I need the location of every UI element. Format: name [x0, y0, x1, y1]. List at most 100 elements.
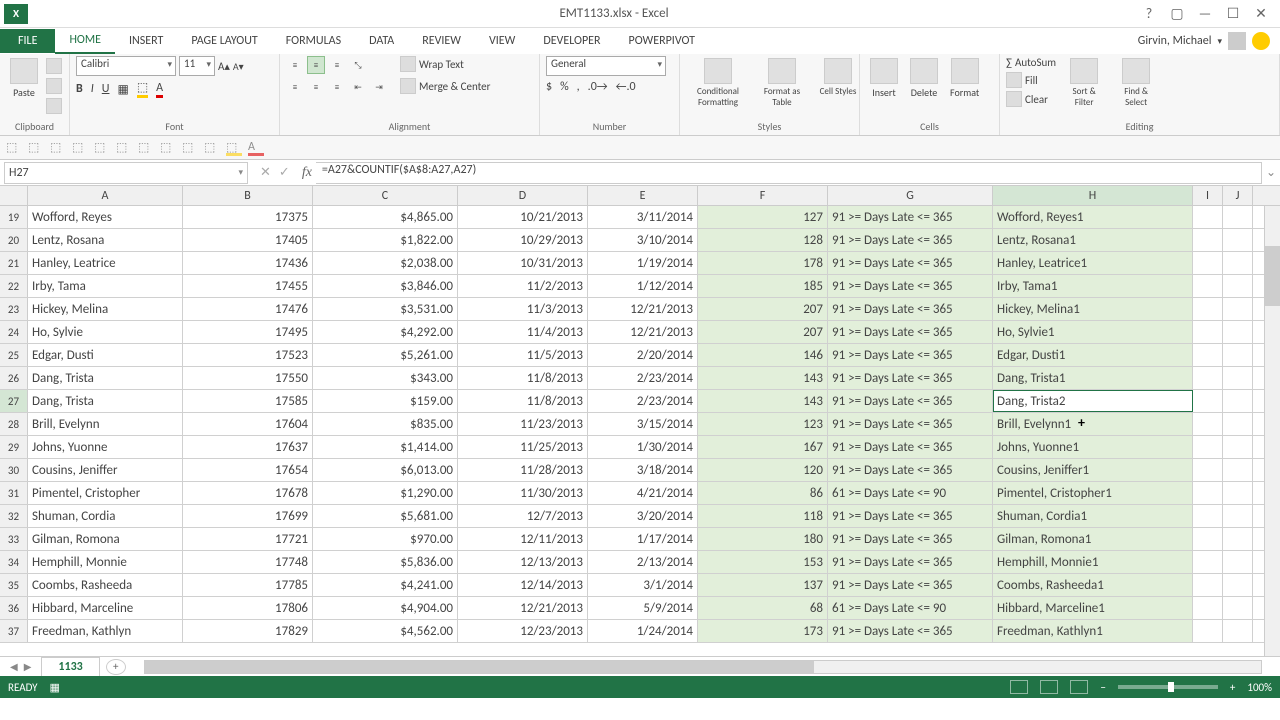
- wrap-text-button[interactable]: Wrap Text: [400, 56, 491, 72]
- cell[interactable]: $2,038.00: [313, 252, 458, 274]
- qat-save-icon[interactable]: [34, 7, 48, 21]
- increase-decimal-icon[interactable]: .0→: [588, 80, 608, 94]
- tab-formulas[interactable]: FORMULAS: [272, 29, 355, 53]
- cell[interactable]: 10/29/2013: [458, 229, 588, 251]
- vertical-scrollbar[interactable]: [1264, 206, 1280, 656]
- cell[interactable]: Dang, Trista1: [993, 367, 1193, 389]
- formula-input[interactable]: =A27&COUNTIF($A$8:A27,A27): [316, 162, 1262, 184]
- row-header[interactable]: 23: [0, 298, 28, 320]
- cell[interactable]: 17550: [183, 367, 313, 389]
- cell[interactable]: 91 >= Days Late <= 365: [828, 367, 993, 389]
- qat-icon[interactable]: ⬚: [160, 140, 176, 156]
- cell[interactable]: 91 >= Days Late <= 365: [828, 620, 993, 642]
- cell[interactable]: [1223, 505, 1253, 527]
- cell[interactable]: [1223, 574, 1253, 596]
- qat-icon[interactable]: ⬚: [28, 140, 44, 156]
- cell[interactable]: Hickey, Melina1: [993, 298, 1193, 320]
- cell[interactable]: [1223, 344, 1253, 366]
- cell[interactable]: [1193, 620, 1223, 642]
- cell[interactable]: 1/12/2014: [588, 275, 698, 297]
- cell[interactable]: [1193, 229, 1223, 251]
- cell[interactable]: 143: [698, 390, 828, 412]
- format-cells-button[interactable]: Format: [946, 56, 983, 101]
- cell[interactable]: $1,290.00: [313, 482, 458, 504]
- cell[interactable]: 12/21/2013: [588, 321, 698, 343]
- currency-icon[interactable]: $: [546, 80, 552, 94]
- cell[interactable]: Cousins, Jeniffer1: [993, 459, 1193, 481]
- qat-icon[interactable]: ⬚: [182, 140, 198, 156]
- increase-indent-icon[interactable]: ⇥: [370, 78, 388, 96]
- cell[interactable]: 11/8/2013: [458, 367, 588, 389]
- cell[interactable]: 120: [698, 459, 828, 481]
- copy-icon[interactable]: [46, 78, 62, 94]
- cell[interactable]: 17637: [183, 436, 313, 458]
- cell[interactable]: Lentz, Rosana1: [993, 229, 1193, 251]
- cell[interactable]: [1223, 275, 1253, 297]
- cell[interactable]: 11/23/2013: [458, 413, 588, 435]
- conditional-formatting-button[interactable]: Conditional Formatting: [686, 56, 750, 110]
- cell[interactable]: Wofford, Reyes: [28, 206, 183, 228]
- cell[interactable]: $4,241.00: [313, 574, 458, 596]
- cell[interactable]: [1193, 252, 1223, 274]
- cell[interactable]: 185: [698, 275, 828, 297]
- row-header[interactable]: 20: [0, 229, 28, 251]
- macro-record-icon[interactable]: ▦: [50, 681, 60, 694]
- cell[interactable]: 12/21/2013: [588, 298, 698, 320]
- col-header[interactable]: G: [828, 186, 993, 205]
- cell[interactable]: 91 >= Days Late <= 365: [828, 505, 993, 527]
- cell[interactable]: 5/9/2014: [588, 597, 698, 619]
- cell[interactable]: Dang, Trista2: [993, 390, 1193, 412]
- clear-button[interactable]: Clear: [1006, 91, 1056, 107]
- fill-color-icon[interactable]: ⬚: [137, 80, 148, 98]
- row-header[interactable]: 34: [0, 551, 28, 573]
- cell[interactable]: [1193, 459, 1223, 481]
- cell[interactable]: 123: [698, 413, 828, 435]
- maximize-icon[interactable]: ☐: [1224, 5, 1242, 22]
- expand-formula-bar-icon[interactable]: ⌄: [1262, 165, 1280, 180]
- cell[interactable]: 61 >= Days Late <= 90: [828, 597, 993, 619]
- cell[interactable]: [1193, 482, 1223, 504]
- minimize-icon[interactable]: —: [1196, 5, 1214, 22]
- cell[interactable]: 91 >= Days Late <= 365: [828, 275, 993, 297]
- delete-cells-button[interactable]: Delete: [906, 56, 942, 101]
- cell[interactable]: [1223, 390, 1253, 412]
- cell[interactable]: [1193, 275, 1223, 297]
- cell[interactable]: 12/21/2013: [458, 597, 588, 619]
- cell[interactable]: 17748: [183, 551, 313, 573]
- cell[interactable]: 91 >= Days Late <= 365: [828, 413, 993, 435]
- cell[interactable]: [1223, 528, 1253, 550]
- comma-icon[interactable]: ,: [577, 80, 580, 94]
- feedback-smiley-icon[interactable]: [1252, 32, 1270, 50]
- col-header[interactable]: I: [1193, 186, 1223, 205]
- cell[interactable]: 91 >= Days Late <= 365: [828, 252, 993, 274]
- cell[interactable]: Hibbard, Marceline: [28, 597, 183, 619]
- cell[interactable]: 3/10/2014: [588, 229, 698, 251]
- col-header[interactable]: F: [698, 186, 828, 205]
- scroll-thumb[interactable]: [145, 661, 815, 673]
- cell[interactable]: 11/25/2013: [458, 436, 588, 458]
- cell[interactable]: 2/23/2014: [588, 367, 698, 389]
- cell[interactable]: Dang, Trista: [28, 390, 183, 412]
- decrease-font-icon[interactable]: A▾: [233, 60, 244, 73]
- paste-button[interactable]: Paste: [6, 56, 42, 101]
- row-header[interactable]: 27: [0, 390, 28, 412]
- qat-icon[interactable]: ⬚: [138, 140, 154, 156]
- cell[interactable]: 146: [698, 344, 828, 366]
- cell[interactable]: 1/17/2014: [588, 528, 698, 550]
- qat-icon[interactable]: ⬚: [6, 140, 22, 156]
- cell[interactable]: $6,013.00: [313, 459, 458, 481]
- cell[interactable]: Wofford, Reyes1: [993, 206, 1193, 228]
- find-select-button[interactable]: Find & Select: [1112, 56, 1160, 110]
- row-header[interactable]: 31: [0, 482, 28, 504]
- qat-icon[interactable]: ⬚: [116, 140, 132, 156]
- cell[interactable]: Johns, Yuonne: [28, 436, 183, 458]
- cell[interactable]: 91 >= Days Late <= 365: [828, 344, 993, 366]
- cell[interactable]: 173: [698, 620, 828, 642]
- row-header[interactable]: 21: [0, 252, 28, 274]
- sort-filter-button[interactable]: Sort & Filter: [1060, 56, 1108, 110]
- cell[interactable]: $970.00: [313, 528, 458, 550]
- cell[interactable]: 17375: [183, 206, 313, 228]
- cell[interactable]: [1193, 574, 1223, 596]
- cell[interactable]: 17699: [183, 505, 313, 527]
- tab-insert[interactable]: INSERT: [115, 29, 177, 53]
